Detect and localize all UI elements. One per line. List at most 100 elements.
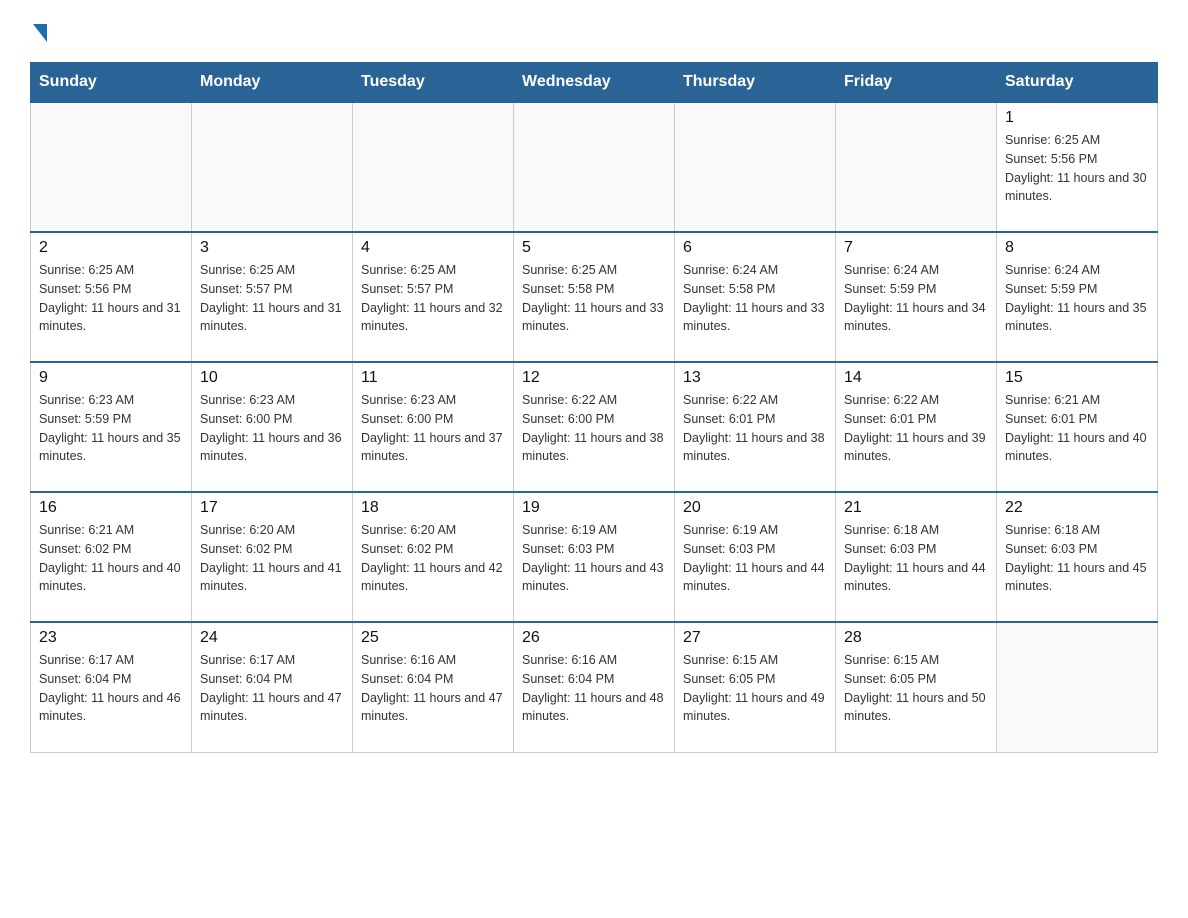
day-info: Sunrise: 6:19 AMSunset: 6:03 PMDaylight:… xyxy=(522,521,666,596)
calendar-cell: 23 Sunrise: 6:17 AMSunset: 6:04 PMDayligh… xyxy=(31,622,192,752)
day-info: Sunrise: 6:20 AMSunset: 6:02 PMDaylight:… xyxy=(200,521,344,596)
day-number: 23 xyxy=(39,629,183,647)
day-info: Sunrise: 6:16 AMSunset: 6:04 PMDaylight:… xyxy=(361,651,505,726)
calendar-cell: 1 Sunrise: 6:25 AMSunset: 5:56 PMDaylight… xyxy=(997,102,1158,232)
calendar-week-row: 23 Sunrise: 6:17 AMSunset: 6:04 PMDayligh… xyxy=(31,622,1158,752)
day-info: Sunrise: 6:25 AMSunset: 5:57 PMDaylight:… xyxy=(361,261,505,336)
calendar-cell: 11Sunrise: 6:23 AMSunset: 6:00 PMDayligh… xyxy=(353,362,514,492)
day-info: Sunrise: 6:22 AMSunset: 6:01 PMDaylight:… xyxy=(844,391,988,466)
calendar-cell: 4 Sunrise: 6:25 AMSunset: 5:57 PMDaylight… xyxy=(353,232,514,362)
day-number: 6 xyxy=(683,239,827,257)
day-number: 22 xyxy=(1005,499,1149,517)
page-header xyxy=(30,20,1158,42)
calendar-cell xyxy=(514,102,675,232)
calendar-cell: 17 Sunrise: 6:20 AMSunset: 6:02 PMDayligh… xyxy=(192,492,353,622)
day-info: Sunrise: 6:16 AMSunset: 6:04 PMDaylight:… xyxy=(522,651,666,726)
calendar-cell: 8 Sunrise: 6:24 AMSunset: 5:59 PMDaylight… xyxy=(997,232,1158,362)
day-info: Sunrise: 6:22 AMSunset: 6:01 PMDaylight:… xyxy=(683,391,827,466)
day-info: Sunrise: 6:23 AMSunset: 6:00 PMDaylight:… xyxy=(200,391,344,466)
day-info: Sunrise: 6:25 AMSunset: 5:57 PMDaylight:… xyxy=(200,261,344,336)
calendar-cell xyxy=(31,102,192,232)
day-header-sunday: Sunday xyxy=(31,63,192,103)
calendar-cell: 24Sunrise: 6:17 AMSunset: 6:04 PMDayligh… xyxy=(192,622,353,752)
day-info: Sunrise: 6:15 AMSunset: 6:05 PMDaylight:… xyxy=(844,651,988,726)
day-number: 21 xyxy=(844,499,988,517)
day-number: 12 xyxy=(522,369,666,387)
day-number: 17 xyxy=(200,499,344,517)
calendar-week-row: 9 Sunrise: 6:23 AMSunset: 5:59 PMDaylight… xyxy=(31,362,1158,492)
calendar-cell: 9 Sunrise: 6:23 AMSunset: 5:59 PMDaylight… xyxy=(31,362,192,492)
calendar-cell: 5 Sunrise: 6:25 AMSunset: 5:58 PMDaylight… xyxy=(514,232,675,362)
day-header-friday: Friday xyxy=(836,63,997,103)
calendar-cell: 13 Sunrise: 6:22 AMSunset: 6:01 PMDayligh… xyxy=(675,362,836,492)
day-info: Sunrise: 6:23 AMSunset: 6:00 PMDaylight:… xyxy=(361,391,505,466)
day-number: 1 xyxy=(1005,109,1149,127)
day-number: 10 xyxy=(200,369,344,387)
day-number: 19 xyxy=(522,499,666,517)
calendar-cell xyxy=(675,102,836,232)
day-number: 27 xyxy=(683,629,827,647)
day-number: 25 xyxy=(361,629,505,647)
day-info: Sunrise: 6:25 AMSunset: 5:56 PMDaylight:… xyxy=(1005,131,1149,206)
day-number: 4 xyxy=(361,239,505,257)
day-info: Sunrise: 6:22 AMSunset: 6:00 PMDaylight:… xyxy=(522,391,666,466)
day-info: Sunrise: 6:24 AMSunset: 5:59 PMDaylight:… xyxy=(1005,261,1149,336)
logo-arrow-icon xyxy=(33,24,47,42)
day-number: 7 xyxy=(844,239,988,257)
calendar-week-row: 2 Sunrise: 6:25 AMSunset: 5:56 PMDaylight… xyxy=(31,232,1158,362)
day-info: Sunrise: 6:17 AMSunset: 6:04 PMDaylight:… xyxy=(39,651,183,726)
day-info: Sunrise: 6:20 AMSunset: 6:02 PMDaylight:… xyxy=(361,521,505,596)
day-info: Sunrise: 6:24 AMSunset: 5:58 PMDaylight:… xyxy=(683,261,827,336)
day-info: Sunrise: 6:15 AMSunset: 6:05 PMDaylight:… xyxy=(683,651,827,726)
day-info: Sunrise: 6:17 AMSunset: 6:04 PMDaylight:… xyxy=(200,651,344,726)
calendar-week-row: 1 Sunrise: 6:25 AMSunset: 5:56 PMDaylight… xyxy=(31,102,1158,232)
day-header-saturday: Saturday xyxy=(997,63,1158,103)
day-number: 5 xyxy=(522,239,666,257)
day-info: Sunrise: 6:21 AMSunset: 6:02 PMDaylight:… xyxy=(39,521,183,596)
calendar-cell xyxy=(836,102,997,232)
day-number: 14 xyxy=(844,369,988,387)
day-info: Sunrise: 6:25 AMSunset: 5:58 PMDaylight:… xyxy=(522,261,666,336)
day-header-wednesday: Wednesday xyxy=(514,63,675,103)
calendar-table: SundayMondayTuesdayWednesdayThursdayFrid… xyxy=(30,62,1158,753)
day-number: 16 xyxy=(39,499,183,517)
day-number: 13 xyxy=(683,369,827,387)
day-number: 26 xyxy=(522,629,666,647)
calendar-week-row: 16 Sunrise: 6:21 AMSunset: 6:02 PMDayligh… xyxy=(31,492,1158,622)
day-number: 15 xyxy=(1005,369,1149,387)
calendar-cell: 15 Sunrise: 6:21 AMSunset: 6:01 PMDayligh… xyxy=(997,362,1158,492)
calendar-cell xyxy=(353,102,514,232)
day-info: Sunrise: 6:21 AMSunset: 6:01 PMDaylight:… xyxy=(1005,391,1149,466)
calendar-cell: 22 Sunrise: 6:18 AMSunset: 6:03 PMDayligh… xyxy=(997,492,1158,622)
calendar-cell: 10 Sunrise: 6:23 AMSunset: 6:00 PMDayligh… xyxy=(192,362,353,492)
calendar-cell: 7 Sunrise: 6:24 AMSunset: 5:59 PMDaylight… xyxy=(836,232,997,362)
calendar-cell xyxy=(192,102,353,232)
day-info: Sunrise: 6:25 AMSunset: 5:56 PMDaylight:… xyxy=(39,261,183,336)
calendar-header-row: SundayMondayTuesdayWednesdayThursdayFrid… xyxy=(31,63,1158,103)
day-info: Sunrise: 6:24 AMSunset: 5:59 PMDaylight:… xyxy=(844,261,988,336)
day-number: 28 xyxy=(844,629,988,647)
calendar-cell: 27 Sunrise: 6:15 AMSunset: 6:05 PMDayligh… xyxy=(675,622,836,752)
day-info: Sunrise: 6:18 AMSunset: 6:03 PMDaylight:… xyxy=(844,521,988,596)
day-header-monday: Monday xyxy=(192,63,353,103)
day-header-tuesday: Tuesday xyxy=(353,63,514,103)
calendar-cell: 14 Sunrise: 6:22 AMSunset: 6:01 PMDayligh… xyxy=(836,362,997,492)
calendar-cell: 18 Sunrise: 6:20 AMSunset: 6:02 PMDayligh… xyxy=(353,492,514,622)
day-info: Sunrise: 6:23 AMSunset: 5:59 PMDaylight:… xyxy=(39,391,183,466)
calendar-cell: 28 Sunrise: 6:15 AMSunset: 6:05 PMDayligh… xyxy=(836,622,997,752)
day-number: 20 xyxy=(683,499,827,517)
day-info: Sunrise: 6:18 AMSunset: 6:03 PMDaylight:… xyxy=(1005,521,1149,596)
calendar-cell: 25 Sunrise: 6:16 AMSunset: 6:04 PMDayligh… xyxy=(353,622,514,752)
day-number: 18 xyxy=(361,499,505,517)
day-number: 3 xyxy=(200,239,344,257)
calendar-cell: 19 Sunrise: 6:19 AMSunset: 6:03 PMDayligh… xyxy=(514,492,675,622)
day-number: 9 xyxy=(39,369,183,387)
day-number: 8 xyxy=(1005,239,1149,257)
day-header-thursday: Thursday xyxy=(675,63,836,103)
calendar-cell: 26 Sunrise: 6:16 AMSunset: 6:04 PMDayligh… xyxy=(514,622,675,752)
day-info: Sunrise: 6:19 AMSunset: 6:03 PMDaylight:… xyxy=(683,521,827,596)
calendar-cell: 3 Sunrise: 6:25 AMSunset: 5:57 PMDaylight… xyxy=(192,232,353,362)
day-number: 2 xyxy=(39,239,183,257)
calendar-cell: 6 Sunrise: 6:24 AMSunset: 5:58 PMDaylight… xyxy=(675,232,836,362)
calendar-cell: 20 Sunrise: 6:19 AMSunset: 6:03 PMDayligh… xyxy=(675,492,836,622)
